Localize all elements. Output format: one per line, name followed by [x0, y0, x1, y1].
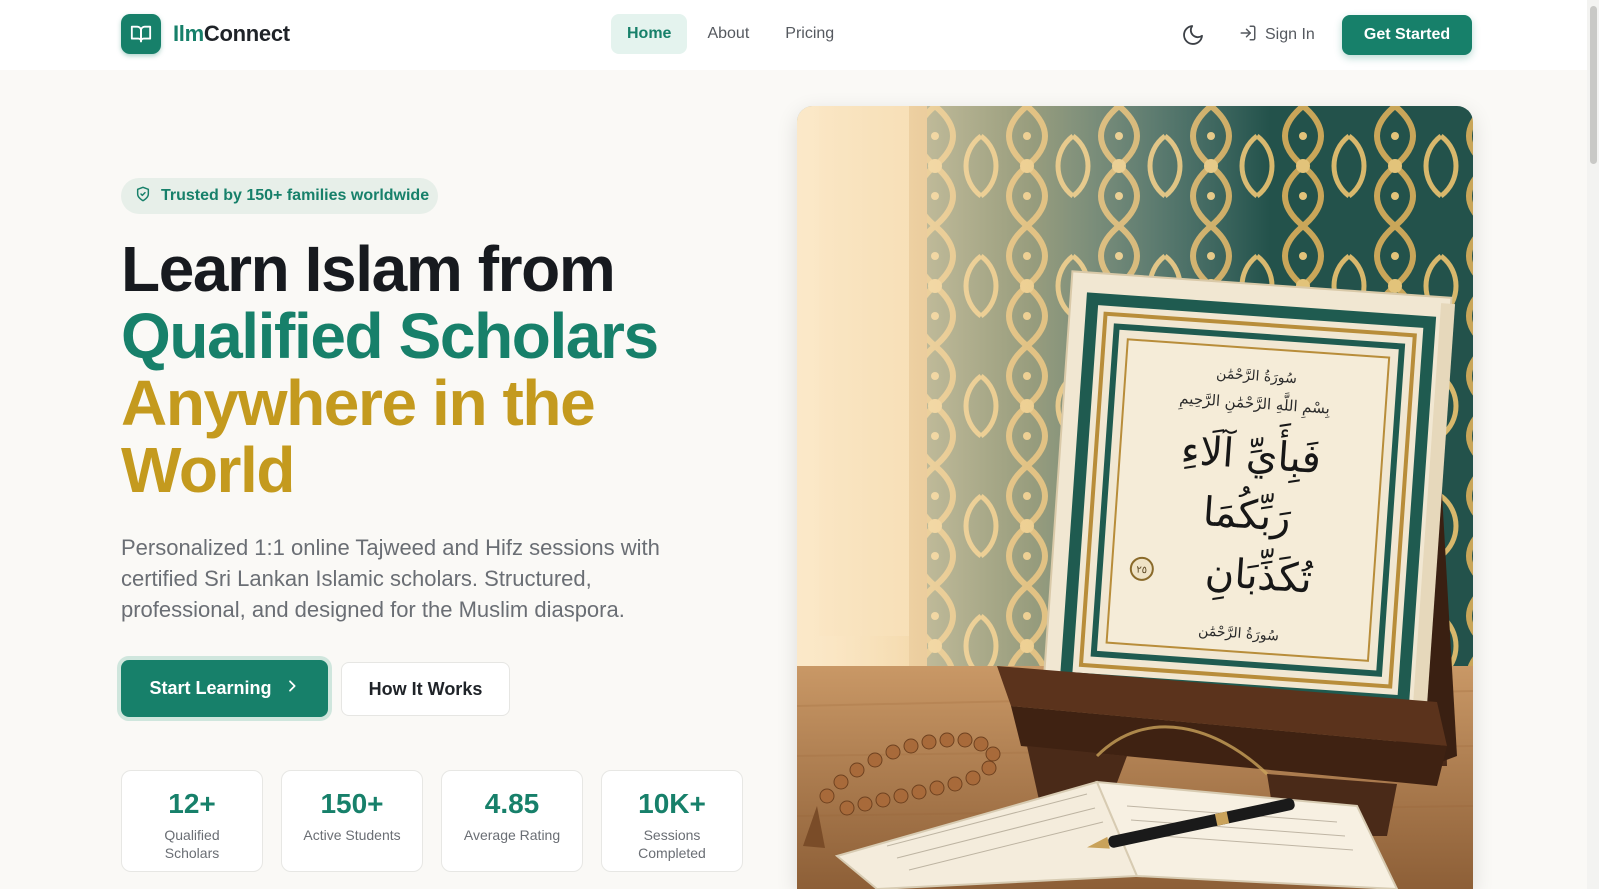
start-learning-label: Start Learning: [149, 678, 272, 698]
hero-subtitle: Personalized 1:1 online Tajweed and Hifz…: [121, 535, 660, 622]
nav-item-pricing[interactable]: Pricing: [769, 14, 850, 54]
shield-check-icon: [135, 186, 151, 207]
stat-label: Qualified Scholars: [164, 827, 220, 861]
hero-image: سُورَةُ الرَّحْمَٰن بِسْمِ اللَّهِ الرَّ…: [797, 106, 1473, 889]
start-learning-button[interactable]: Start Learning: [121, 660, 328, 717]
stat-value: 10K+: [638, 788, 706, 819]
stat-value: 12+: [168, 788, 216, 819]
brand-name: IlmConnect: [173, 21, 290, 47]
headline-line-3: Anywhere in the World: [121, 367, 596, 506]
stat-card: 12+ Qualified Scholars: [121, 770, 263, 872]
stat-label: Sessions Completed: [638, 827, 706, 861]
stat-label: Active Students: [303, 827, 401, 843]
stat-card: 10K+ Sessions Completed: [601, 770, 743, 872]
main-nav: Home About Pricing: [611, 14, 850, 54]
headline-line-1: Learn Islam from: [121, 233, 616, 305]
stat-label: Average Rating: [463, 827, 561, 843]
sign-in-link[interactable]: Sign In: [1239, 20, 1315, 50]
stat-card: 150+ Active Students: [281, 770, 423, 872]
scrollbar-thumb[interactable]: [1590, 6, 1597, 164]
stat-card: 4.85 Average Rating: [441, 770, 583, 872]
sign-in-label: Sign In: [1265, 26, 1315, 43]
nav-item-home[interactable]: Home: [611, 14, 688, 54]
moon-icon[interactable]: [1181, 23, 1205, 47]
stat-value: 150+: [320, 788, 384, 819]
stat-value: 4.85: [484, 788, 540, 819]
verse-number: ٢٥: [1136, 564, 1147, 576]
nav-item-about[interactable]: About: [691, 14, 765, 54]
open-book-icon: [121, 14, 161, 54]
brand-logo[interactable]: IlmConnect: [121, 14, 290, 54]
hero-headline: Learn Islam from Qualified Scholars Anyw…: [121, 236, 741, 504]
site-header: IlmConnect Home About Pricing Sign In Ge…: [0, 0, 1599, 70]
log-in-icon: [1239, 24, 1257, 47]
brand-name-part1: Ilm: [173, 21, 204, 46]
trust-badge-text: Trusted by 150+ families worldwide: [161, 187, 430, 204]
chevron-right-icon: [284, 678, 300, 699]
headline-line-2: Qualified Scholars: [121, 300, 659, 372]
trust-badge: Trusted by 150+ families worldwide: [121, 178, 438, 214]
brand-name-part2: Connect: [203, 21, 290, 46]
page-scrollbar[interactable]: [1587, 0, 1599, 889]
how-it-works-button[interactable]: How It Works: [341, 662, 510, 716]
get-started-button[interactable]: Get Started: [1342, 15, 1472, 55]
